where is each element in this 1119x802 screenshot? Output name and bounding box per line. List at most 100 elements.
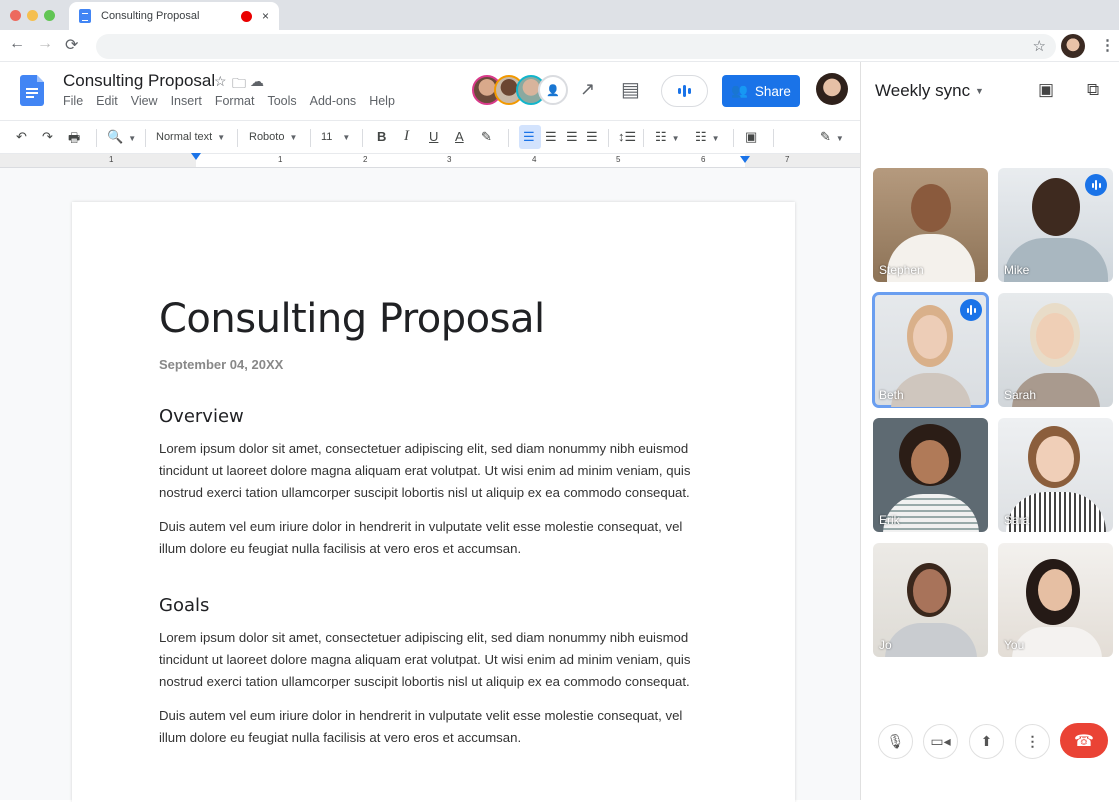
browser-profile-avatar[interactable] [1061, 34, 1085, 58]
browser-tab-bar: Consulting Proposal × [0, 0, 1119, 30]
browser-tab[interactable]: Consulting Proposal × [69, 2, 279, 30]
ruler-number: 5 [616, 155, 621, 164]
docs-logo-icon[interactable] [20, 75, 44, 106]
browser-menu-icon[interactable]: ⋮ [1100, 36, 1115, 54]
back-button[interactable]: ← [9, 35, 25, 53]
participant-tile[interactable]: Sarah [998, 293, 1113, 407]
paragraph-style-dropdown[interactable]: Normal text ▼ [156, 131, 225, 143]
participant-name: Jo [879, 638, 892, 652]
highlight-color-icon[interactable]: ✎ [481, 129, 492, 145]
menu-edit[interactable]: Edit [96, 94, 118, 108]
picture-in-picture-icon[interactable]: ▣ [1038, 80, 1054, 100]
editing-mode-icon[interactable]: ✎ ▼ [820, 129, 844, 145]
ruler-number: 1 [278, 155, 283, 164]
font-size-dropdown[interactable]: 11 ▼ [321, 131, 350, 143]
zoom-dropdown[interactable]: 🔍 ▼ [107, 129, 136, 145]
font-family-dropdown[interactable]: Roboto ▼ [249, 131, 297, 143]
undo-icon[interactable]: ↶ [16, 129, 27, 145]
insert-image-icon[interactable]: ▣ [745, 129, 757, 145]
document-heading: Consulting Proposal [159, 296, 545, 342]
section-heading-overview: Overview [159, 406, 244, 427]
address-bar[interactable]: ☆ [96, 34, 1056, 59]
paragraph: Lorem ipsum dolor sit amet, consectetuer… [159, 441, 691, 500]
redo-icon[interactable]: ↷ [42, 129, 53, 145]
tab-title: Consulting Proposal [101, 10, 200, 22]
print-icon[interactable]: 🖶 [68, 129, 80, 151]
text-color-icon[interactable]: A [455, 129, 464, 144]
participant-tile[interactable]: You [998, 543, 1113, 657]
more-options-button[interactable]: ⋮ [1015, 724, 1050, 759]
window-maximize-button[interactable] [44, 10, 55, 21]
menu-format[interactable]: Format [215, 94, 255, 108]
menu-add-ons[interactable]: Add-ons [310, 94, 357, 108]
participant-tile[interactable]: Stephen [873, 168, 988, 282]
camera-button[interactable]: ▭◂ [923, 724, 958, 759]
ruler-number: 6 [701, 155, 706, 164]
paragraph: Duis autem vel eum iriure dolor in hendr… [159, 708, 683, 745]
menu-insert[interactable]: Insert [171, 94, 202, 108]
open-in-new-window-icon[interactable]: ⧉ [1087, 80, 1099, 100]
participant-tile[interactable]: Sara [998, 418, 1113, 532]
cloud-saved-icon[interactable]: ☁ [250, 73, 264, 90]
align-center-icon[interactable]: ☰ [545, 129, 557, 145]
participant-tile[interactable]: Jo [873, 543, 988, 657]
menu-view[interactable]: View [131, 94, 158, 108]
numbered-list-icon[interactable]: ☷ ▼ [695, 129, 720, 145]
microphone-icon: 🎙 [886, 733, 905, 749]
meeting-title[interactable]: Weekly sync [875, 81, 970, 101]
document-page[interactable]: Consulting Proposal September 04, 20XX O… [72, 202, 795, 802]
more-options-icon: ⋮ [1025, 733, 1040, 749]
window-minimize-button[interactable] [27, 10, 38, 21]
share-button[interactable]: 👥 Share [722, 75, 800, 107]
line-spacing-icon[interactable]: ↕☰ [618, 129, 636, 145]
chevron-down-icon[interactable]: ▼ [975, 86, 984, 96]
account-avatar[interactable] [816, 73, 848, 105]
docs-app: Consulting Proposal ☆ 🗀 ☁ File Edit View… [0, 62, 860, 802]
section-heading-goals: Goals [159, 595, 210, 616]
microphone-button[interactable]: 🎙 [878, 724, 913, 759]
participant-tile-active[interactable]: Beth [872, 292, 989, 408]
activity-trend-icon[interactable]: ↗ [580, 79, 595, 100]
ruler-number: 4 [532, 155, 537, 164]
tab-close-icon[interactable]: × [262, 9, 269, 23]
meet-side-panel: Weekly sync ▼ ▣ ⧉ Stephen Mike Beth Sara… [860, 62, 1119, 800]
participant-name: You [1004, 638, 1025, 652]
right-indent-marker[interactable] [740, 156, 750, 163]
justify-icon[interactable]: ☰ [586, 129, 598, 145]
menu-bar: File Edit View Insert Format Tools Add-o… [63, 94, 408, 108]
align-right-icon[interactable]: ☰ [566, 129, 578, 145]
speaking-indicator-icon [1085, 174, 1107, 196]
menu-tools[interactable]: Tools [267, 94, 296, 108]
align-left-icon[interactable]: ☰ [523, 129, 535, 145]
share-label: Share [754, 83, 791, 99]
star-icon[interactable]: ☆ [214, 73, 227, 90]
menu-file[interactable]: File [63, 94, 83, 108]
hang-up-icon: ☎ [1074, 732, 1094, 750]
participant-tile[interactable]: Erik [873, 418, 988, 532]
document-date: September 04, 20XX [159, 357, 284, 372]
meet-in-call-button[interactable] [661, 75, 708, 107]
audio-level-icon [678, 88, 681, 94]
present-screen-icon: ⬆ [980, 733, 993, 749]
left-indent-marker[interactable] [191, 153, 201, 160]
comments-icon[interactable]: ▤ [621, 77, 640, 102]
bold-icon[interactable]: B [377, 129, 386, 144]
underline-icon[interactable]: U [429, 129, 438, 144]
present-screen-button[interactable]: ⬆ [969, 724, 1004, 759]
ruler: 1 1 2 3 4 5 6 7 [0, 153, 860, 168]
forward-button[interactable]: → [37, 35, 53, 53]
bulleted-list-icon[interactable]: ☷ ▼ [655, 129, 680, 145]
participant-name: Beth [879, 388, 904, 402]
more-collaborators-chat-icon[interactable]: 👤 [538, 75, 568, 105]
bookmark-star-icon[interactable]: ☆ [1033, 37, 1046, 55]
italic-icon[interactable]: I [404, 128, 409, 145]
participant-tile[interactable]: Mike [998, 168, 1113, 282]
document-title[interactable]: Consulting Proposal [63, 71, 215, 91]
hang-up-button[interactable]: ☎ [1060, 723, 1108, 758]
reload-button[interactable]: ⟳ [65, 35, 78, 55]
ruler-number: 7 [785, 155, 790, 164]
window-close-button[interactable] [10, 10, 21, 21]
menu-help[interactable]: Help [369, 94, 395, 108]
formatting-toolbar: ↶ ↷ 🖶 🔍 ▼ Normal text ▼ Roboto ▼ 11 ▼ B I U … [0, 120, 860, 154]
participant-name: Sarah [1004, 388, 1037, 402]
